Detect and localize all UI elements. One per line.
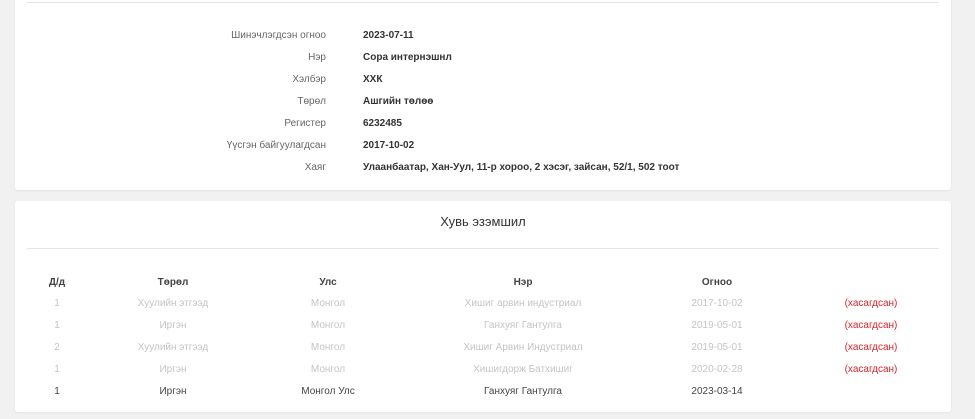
cell-date: 2023-03-14 (691, 386, 743, 397)
cell-no: 1 (54, 386, 60, 397)
cell-type: Хуулийн этгээд (137, 342, 209, 353)
info-label: Үүсгэн байгуулагдсан (226, 140, 326, 151)
cell-date: 2019-05-01 (691, 342, 743, 353)
info-row-type: Төрөл Ашгийн төлөө (15, 96, 951, 118)
cell-country: Монгол (310, 298, 346, 309)
header-type: Төрөл (157, 277, 189, 288)
cell-no: 1 (54, 364, 60, 375)
info-row-address: Хаяг Улаанбаатар, Хан-Уул, 11-р хороо, 2… (15, 162, 951, 184)
section-title: Хувь эзэмшил (440, 214, 526, 229)
cell-date: 2019-05-01 (691, 320, 743, 331)
ownership-card: Хувь эзэмшил Д/д Төрөл Улс Нэр Огноо 1 Х… (15, 201, 951, 412)
cell-type: Иргэн (159, 386, 187, 397)
status-removed: (хасагдсан) (844, 320, 898, 331)
status-removed: (хасагдсан) (844, 364, 898, 375)
cell-country: Монгол (310, 364, 346, 375)
cell-no: 2 (54, 342, 60, 353)
cell-name: Хишиг арвин индустриал (464, 298, 582, 309)
cell-country: Монгол Улс (301, 386, 355, 397)
section-divider (27, 248, 939, 249)
cell-name: Ганхуяг Гантулга (484, 386, 562, 397)
info-label: Нэр (308, 52, 326, 63)
info-value: Сора интернэшнл (363, 52, 452, 63)
cell-type: Хуулийн этгээд (137, 298, 209, 309)
status-removed: (хасагдсан) (844, 342, 898, 353)
info-label: Шинэчлэгдсэн огноо (231, 30, 326, 41)
info-row-register: Регистер 6232485 (15, 118, 951, 140)
cell-no: 1 (54, 298, 60, 309)
cell-country: Монгол (310, 342, 346, 353)
cell-date: 2020-02-28 (691, 364, 743, 375)
info-value: 6232485 (363, 118, 402, 129)
info-row-form: Хэлбэр ХХК (15, 74, 951, 96)
company-info-card: Шинэчлэгдсэн огноо 2023-07-11 Нэр Сора и… (15, 0, 951, 190)
header-country: Улс (319, 277, 337, 288)
cell-no: 1 (54, 320, 60, 331)
cell-country: Монгол (310, 320, 346, 331)
info-value: Ашгийн төлөө (363, 96, 434, 107)
info-row-name: Нэр Сора интернэшнл (15, 52, 951, 74)
info-value: 2017-10-02 (363, 140, 415, 151)
info-value: ХХК (363, 74, 383, 85)
header-no: Д/д (48, 277, 66, 288)
status-removed: (хасагдсан) (844, 298, 898, 309)
info-row-founded: Үүсгэн байгуулагдсан 2017-10-02 (15, 140, 951, 162)
cell-name: Хишиг Арвин Индустриал (463, 342, 583, 353)
info-value: 2023-07-11 (363, 30, 414, 41)
info-label: Төрөл (297, 96, 326, 107)
cell-name: Ганхуяг Гантулга (484, 320, 562, 331)
cell-type: Иргэн (159, 320, 187, 331)
header-name: Нэр (513, 277, 533, 288)
info-label: Регистер (284, 118, 326, 129)
info-value: Улаанбаатар, Хан-Уул, 11-р хороо, 2 хэсэ… (363, 162, 680, 173)
cell-type: Иргэн (159, 364, 187, 375)
header-date: Огноо (701, 277, 733, 288)
top-divider (27, 2, 939, 3)
cell-name: Хишигдорж Батхишиг (473, 364, 573, 375)
info-label: Хаяг (304, 162, 326, 173)
info-label: Хэлбэр (292, 74, 326, 85)
cell-date: 2017-10-02 (691, 298, 743, 309)
info-row-updated: Шинэчлэгдсэн огноо 2023-07-11 (15, 30, 951, 52)
